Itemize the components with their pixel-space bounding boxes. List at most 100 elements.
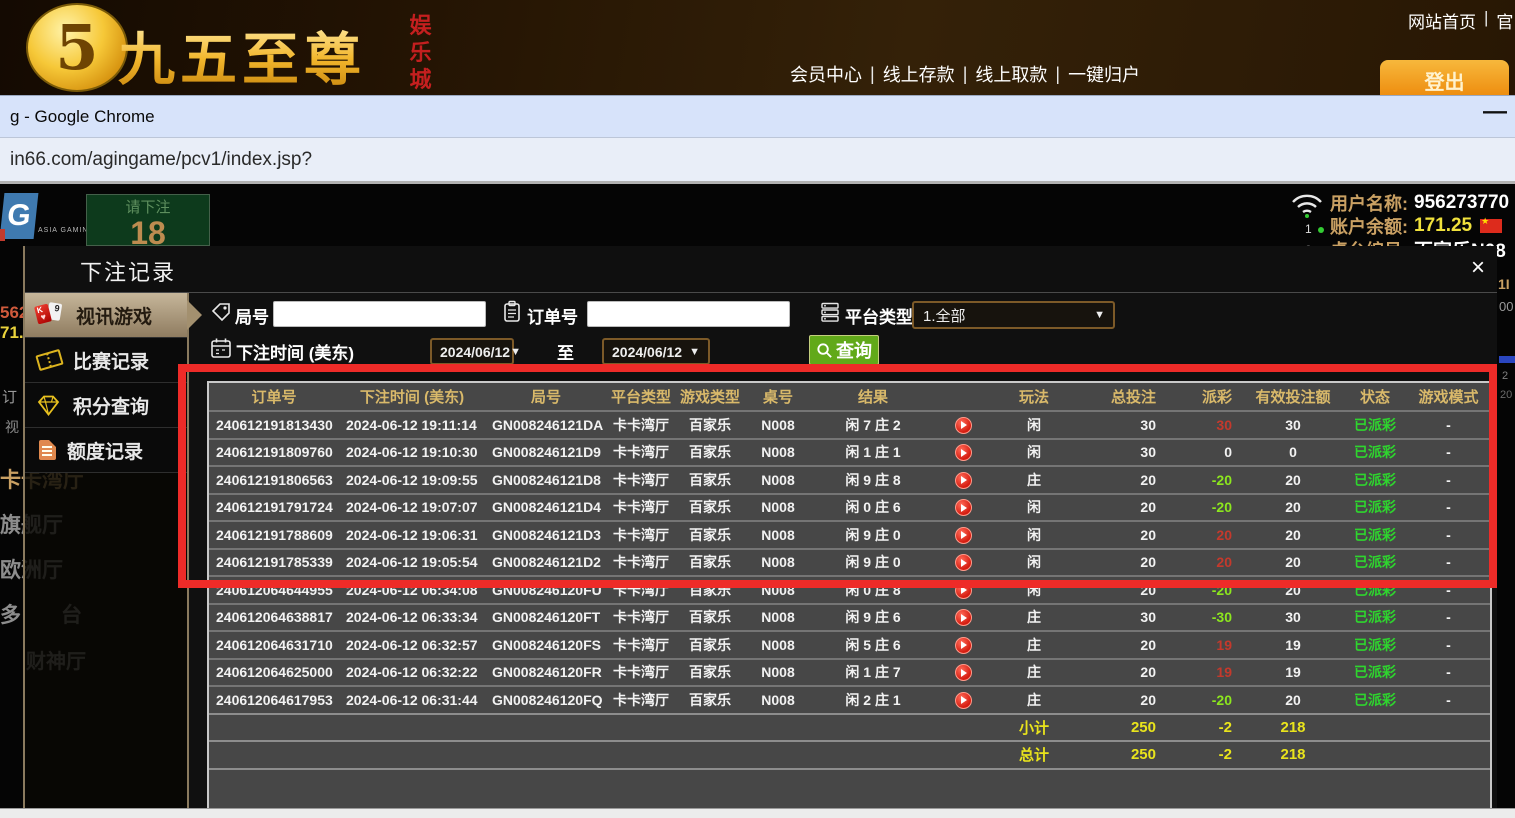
play-video-button[interactable] (954, 691, 972, 709)
address-bar[interactable]: in66.com/agingame/pcv1/index.jsp? (0, 137, 1515, 184)
sidebar-item-2[interactable]: 积分查询 (25, 383, 187, 428)
cell-platform: 卡卡湾厅 (613, 471, 669, 488)
top-link-0[interactable]: 网站首页 (1408, 8, 1476, 33)
bottom-strip (0, 808, 1515, 818)
play-icon (961, 558, 967, 567)
platform-select[interactable]: 1.全部 ▼ (912, 301, 1115, 329)
cell-mode: - (1446, 416, 1451, 433)
nav-item-1[interactable]: 线上存款 (883, 61, 955, 87)
round-id-input[interactable] (273, 301, 486, 327)
cell-mode: - (1446, 636, 1451, 653)
nav-item-0[interactable]: 会员中心 (790, 61, 862, 87)
nav-item-2[interactable]: 线上取款 (975, 61, 1047, 87)
cell-game: 百家乐 (689, 664, 731, 681)
logo-number: 5 (55, 11, 99, 84)
cell-table: N008 (761, 609, 795, 626)
cell-result: 闲 5 庄 6 (845, 636, 901, 653)
date-to-select[interactable]: 2024/06/12 ▼ (602, 338, 710, 365)
cell-valid: 20 (1285, 526, 1301, 543)
sidebar-item-1[interactable]: 比赛记录 (25, 338, 187, 383)
play-icon (961, 613, 967, 622)
top-link-1[interactable]: 官 (1496, 8, 1513, 33)
cell-payout: -20 (1211, 691, 1232, 708)
close-icon[interactable]: × (1471, 254, 1485, 282)
play-video-button[interactable] (954, 581, 972, 599)
cell-game: 百家乐 (689, 691, 731, 708)
play-video-button[interactable] (954, 526, 972, 544)
grand-total-row: 总计 250 -2 218 (209, 740, 1490, 768)
cell-platform: 卡卡湾厅 (613, 609, 669, 626)
order-id-input[interactable] (587, 301, 790, 327)
summary-cell-8: 总计 (1018, 747, 1049, 765)
cell-game: 百家乐 (689, 416, 731, 433)
sidebar-item-0[interactable]: 9 K ♥ 视讯游戏 (25, 293, 202, 338)
cell-order: 240612191791724 (216, 499, 333, 516)
cell-platform: 卡卡湾厅 (613, 499, 669, 516)
table-row: 240612064617953 2024-06-12 06:31:44 GN0082… (209, 685, 1490, 713)
site-logo-icon[interactable]: 5 (26, 3, 128, 92)
bg-fragment: 2 (1502, 370, 1509, 382)
query-button[interactable]: 查询 (809, 335, 879, 365)
cell-order: 240612191813430 (216, 416, 333, 433)
cell-round: GN008246120FQ (492, 691, 603, 708)
logout-button[interactable]: 登出 (1380, 60, 1509, 95)
logo-badge: 娱乐城 (404, 9, 437, 95)
play-video-button[interactable] (954, 444, 972, 462)
cell-time: 2024-06-12 06:31:44 (346, 691, 478, 708)
summary-cell-10: -2 (1218, 718, 1232, 736)
cell-wager: 庄 (1027, 636, 1041, 653)
minimize-icon[interactable]: — (1483, 98, 1507, 126)
sidebar-divider (187, 293, 189, 808)
header-3: 平台类型 (610, 389, 671, 406)
play-video-button[interactable] (954, 664, 972, 682)
cell-table: N008 (761, 416, 795, 433)
cell-order: 240612064617953 (216, 691, 333, 708)
play-video-button[interactable] (954, 636, 972, 654)
platform-type-label: 平台类型 (845, 308, 913, 327)
cell-order: 240612064625000 (216, 664, 333, 681)
play-video-button[interactable] (954, 554, 972, 572)
cell-table: N008 (761, 526, 795, 543)
sidebar-item-label: 比赛记录 (73, 351, 150, 373)
screen: 5 九五至尊 娱乐城 网站首页 | 官 会员中心 | 线上存款 | 线上取款 | 一键归户 登出… (0, 0, 1515, 818)
cell-round: GN008246121D8 (492, 471, 601, 488)
date-to-value: 2024/06/12 (612, 343, 683, 360)
cell-total: 20 (1140, 636, 1156, 653)
countdown-label: 请下注 (125, 199, 171, 216)
table-empty-area (209, 767, 1490, 810)
cell-play (935, 608, 991, 627)
cell-wager: 闲 (1027, 554, 1041, 571)
header-1: 下注时间 (美东) (359, 389, 465, 406)
top-links: 网站首页 | 官 (1408, 8, 1513, 33)
top-nav: 会员中心 | 线上存款 | 线上取款 | 一键归户 (790, 61, 1140, 87)
cell-total: 20 (1140, 554, 1156, 571)
header-9: 总投注 (1110, 389, 1156, 406)
dialog-title: 下注记录 (80, 260, 177, 285)
cell-play (935, 636, 991, 654)
cell-result: 闲 1 庄 7 (845, 664, 901, 681)
diamond-icon (37, 395, 60, 416)
cell-game: 百家乐 (689, 499, 731, 516)
play-video-button[interactable] (954, 499, 972, 517)
nav-item-3[interactable]: 一键归户 (1068, 61, 1140, 87)
play-video-button[interactable] (954, 609, 972, 627)
cell-play (935, 526, 991, 544)
cell-round: GN008246121D2 (492, 554, 601, 571)
road-marker-1: 1 (1305, 222, 1312, 236)
cell-valid: 20 (1285, 691, 1301, 708)
sidebar-item-3[interactable]: 额度记录 (25, 428, 187, 473)
play-video-button[interactable] (954, 471, 972, 489)
cell-round: GN008246120FR (492, 664, 602, 681)
play-video-button[interactable] (954, 416, 972, 434)
table-row: 240612191813430 2024-06-12 19:11:14 GN0082… (209, 410, 1490, 438)
cell-mode: - (1446, 554, 1451, 571)
cell-play (935, 553, 991, 572)
green-dot (1318, 227, 1324, 233)
bet-countdown-box: 请下注 18 (86, 194, 210, 249)
tag-icon (210, 301, 232, 328)
date-from-select[interactable]: 2024/06/12 ▼ (430, 338, 521, 365)
cell-total: 20 (1140, 664, 1156, 681)
cell-valid: 20 (1285, 554, 1301, 571)
logo-badge-char: 娱 (409, 13, 432, 38)
table-row: 240612191785339 2024-06-12 19:05:54 GN0082… (209, 547, 1490, 576)
